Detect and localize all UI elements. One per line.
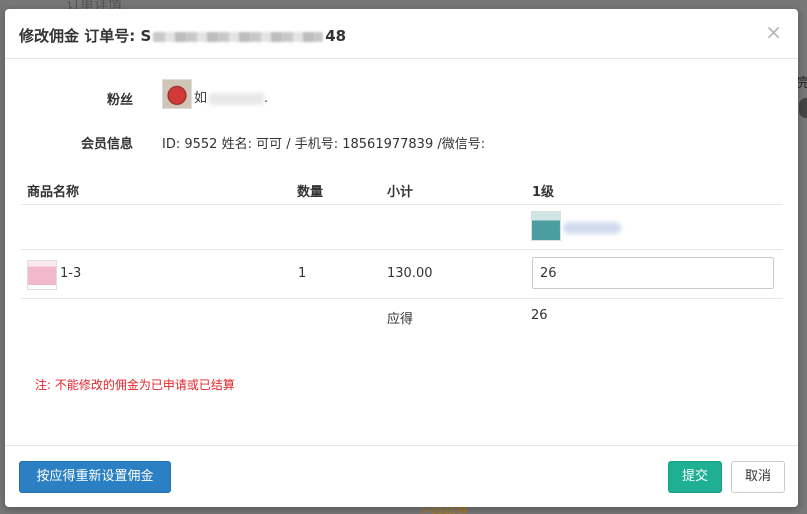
commission-input[interactable] [532,257,774,289]
fan-label: 粉丝 [106,93,133,108]
level-1-name-redacted [563,222,621,234]
reset-commission-button[interactable]: 按应得重新设置佣金 [19,461,171,493]
cancel-button[interactable]: 取消 [731,461,785,493]
summary-label: 应得 [387,312,414,327]
background-toggle [799,98,807,118]
header-subtotal: 小计 [387,185,414,200]
level-1-avatar [531,211,561,241]
product-quantity: 1 [298,266,307,281]
submit-button[interactable]: 提交 [668,461,722,493]
modal-title: 修改佣金 订单号: S 48 [19,25,346,46]
member-info: ID: 9552 姓名: 可可 / 手机号: 18561977839 /微信号: [162,137,486,152]
warning-note: 注: 不能修改的佣金为已申请或已结算 [35,378,235,392]
fan-name-redacted [209,92,265,105]
order-number-redacted [153,31,324,42]
summary-value: 26 [531,308,548,323]
fan-name: 如. [194,87,268,106]
header-product-name: 商品名称 [27,185,80,200]
modal-footer: 按应得重新设置佣金 提交 取消 [5,445,798,507]
member-info-label: 会员信息 [80,137,133,152]
fan-name-text: 如 [194,91,208,106]
background-side-text: 完 [797,76,807,91]
table-header: 商品名称 数量 小计 1级 [21,171,783,205]
fan-name-tail: . [264,91,269,106]
product-name: 1-3 [60,266,82,281]
header-level-1: 1级 [532,185,555,200]
modal-title-prefix: 修改佣金 订单号: S [19,27,152,45]
header-quantity: 数量 [297,185,324,200]
modal-header: 修改佣金 订单号: S 48 × [5,9,798,59]
level-user-row [21,205,783,250]
modal-title-suffix: 48 [325,27,347,45]
edit-commission-modal: 修改佣金 订单号: S 48 × 粉丝 如. 会员信息 ID: 9552 姓名: … [5,9,798,507]
product-thumbnail [27,260,57,290]
table-row: 1-3 1 130.00 [21,250,783,299]
fan-avatar [162,79,192,109]
close-icon[interactable]: × [765,22,782,42]
product-subtotal: 130.00 [387,266,433,281]
